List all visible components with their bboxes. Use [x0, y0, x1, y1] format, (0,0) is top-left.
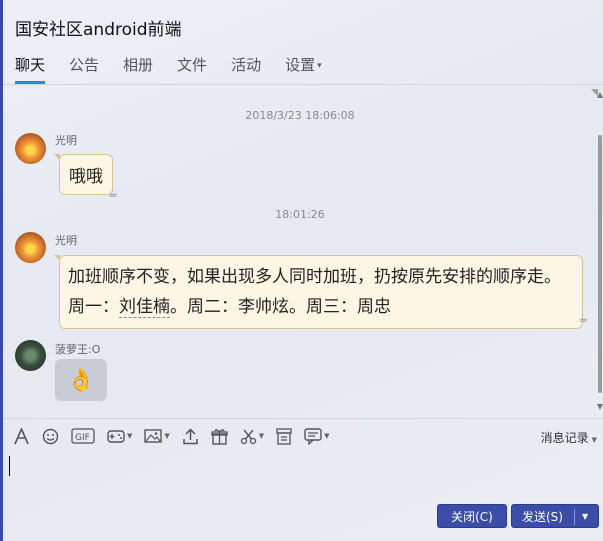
chevron-down-icon: ▼ — [164, 432, 170, 440]
chevron-down-icon: ▼ — [258, 432, 265, 440]
font-icon[interactable] — [13, 426, 30, 446]
image-icon[interactable]: ▼ — [144, 426, 170, 446]
scissors-icon[interactable]: ▼ — [240, 426, 264, 446]
tab-settings-label: 设置 — [285, 56, 316, 74]
tab-chat[interactable]: 聊天 — [15, 54, 46, 84]
tab-files[interactable]: 文件 — [177, 54, 207, 84]
message-timestamp: 2018/3/23 18:06:08 — [245, 109, 355, 122]
send-button-label: 发送(S) — [522, 509, 563, 524]
tab-settings[interactable]: 设置 ▾ — [285, 54, 322, 84]
coffee-cup-icon: ☕ — [108, 187, 118, 200]
tab-announcements[interactable]: 公告 — [69, 54, 99, 84]
gamepad-icon[interactable]: ▼ — [107, 426, 132, 446]
chevron-down-icon: ▼ — [127, 432, 133, 440]
chevron-down-icon: ▼ — [324, 432, 330, 440]
chevron-down-icon: ▾ — [317, 60, 322, 71]
send-button[interactable]: 发送(S) ▼ — [511, 504, 599, 528]
emoji-message-bubble: 👌 — [55, 359, 107, 401]
message-input-cursor[interactable] — [9, 456, 10, 476]
toolbar-divider — [3, 418, 603, 419]
close-button[interactable]: 关闭(C) — [437, 504, 507, 528]
message-text: 哦哦 — [69, 167, 103, 187]
chevron-down-icon: ▼ — [591, 436, 597, 444]
upload-icon[interactable] — [182, 426, 199, 446]
gif-icon[interactable]: GIF — [71, 426, 95, 446]
avatar[interactable] — [15, 232, 46, 263]
scrollbar-thumb[interactable] — [598, 135, 602, 393]
ok-hand-emoji-icon: 👌 — [67, 367, 95, 393]
emoji-icon[interactable] — [42, 426, 59, 446]
message-bubble: 哦哦 ☕ — [54, 154, 118, 200]
bubble-tail — [54, 154, 60, 160]
svg-text:GIF: GIF — [75, 433, 90, 443]
message-timestamp: 18:01:26 — [275, 208, 325, 221]
sender-name[interactable]: 光明 — [55, 132, 77, 148]
message-history-button[interactable]: 消息记录 ▼ — [541, 429, 597, 446]
send-button-separator — [574, 509, 575, 525]
chat-message-area[interactable]: 2018/3/23 18:06:08 光明 哦哦 ☕ 18:01:26 光明 加… — [3, 85, 597, 418]
coffee-cup-icon: ☕ — [578, 312, 588, 325]
send-options-chevron-icon[interactable]: ▼ — [582, 512, 588, 521]
tab-bar: 聊天 公告 相册 文件 活动 设置 ▾ — [15, 54, 346, 84]
message-history-label: 消息记录 — [540, 431, 589, 445]
bubble-tail — [54, 255, 60, 261]
sender-name[interactable]: 菠萝王:O — [55, 341, 100, 357]
window-title: 国安社区android前端 — [15, 20, 182, 40]
sender-name[interactable]: 光明 — [55, 232, 77, 248]
mention-link[interactable]: 刘佳楠 — [119, 297, 170, 318]
message-text-continued: 。周二：李帅炫。周三：周忠 — [170, 297, 391, 317]
archive-icon[interactable] — [276, 426, 292, 446]
scroll-down-arrow-icon[interactable]: ▼ — [597, 402, 603, 411]
chat-bubble-icon[interactable]: ▼ — [304, 426, 330, 446]
scroll-up-arrow-icon[interactable]: ▲ — [597, 90, 603, 99]
message-bubble: 加班顺序不变，如果出现多人同时加班，扔按原先安排的顺序走。周一：刘佳楠。周二：李… — [54, 255, 588, 329]
tab-activities[interactable]: 活动 — [231, 54, 261, 84]
gift-icon[interactable] — [211, 426, 228, 446]
input-toolbar: GIF ▼ ▼ ▼ ▼ — [13, 426, 342, 446]
tab-album[interactable]: 相册 — [123, 54, 153, 84]
avatar[interactable] — [15, 340, 46, 371]
avatar[interactable] — [15, 133, 46, 164]
